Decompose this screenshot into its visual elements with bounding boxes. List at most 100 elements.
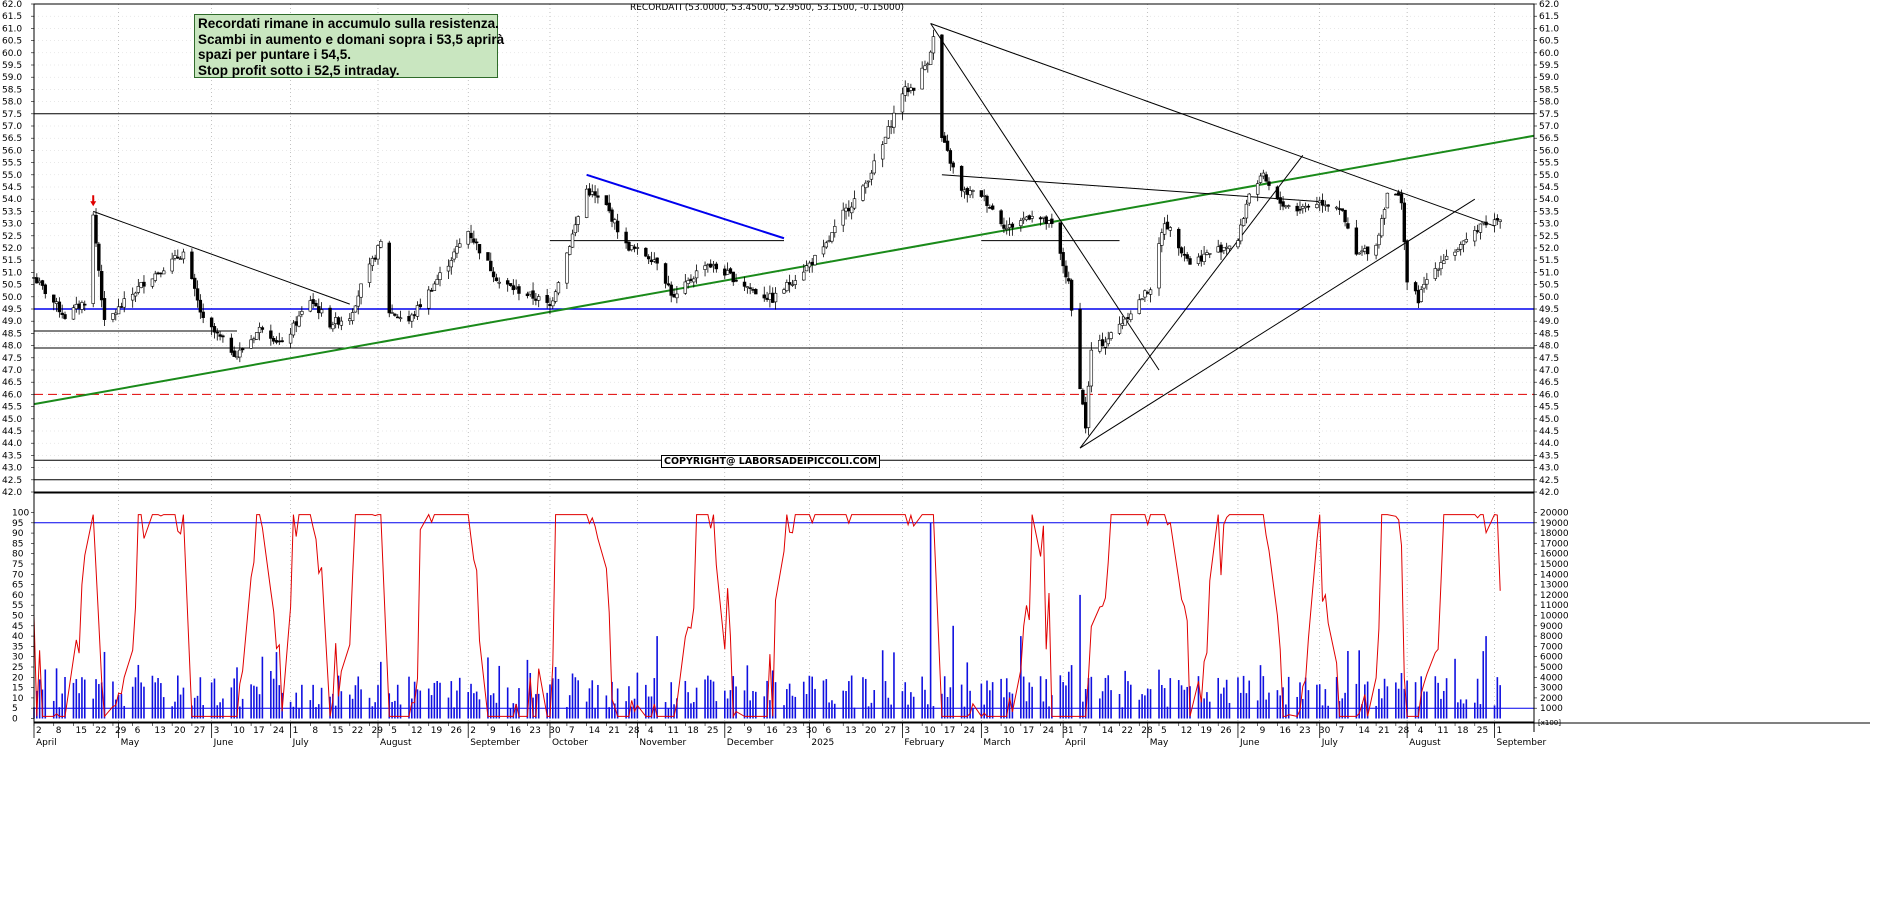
candle-body bbox=[1439, 262, 1443, 270]
candle-body bbox=[353, 305, 358, 313]
candle-body bbox=[545, 295, 549, 303]
candle-body bbox=[328, 307, 332, 328]
candle-body bbox=[802, 271, 806, 281]
candle-body bbox=[1278, 197, 1282, 204]
candle-body bbox=[308, 300, 313, 312]
osc-tick-label: 95 bbox=[12, 519, 23, 529]
osc-tick-label: 20 bbox=[12, 673, 24, 683]
candle-body bbox=[553, 291, 558, 302]
candle-body bbox=[1402, 202, 1407, 243]
price-tick-label-left: 61.5 bbox=[2, 12, 22, 22]
candle-body bbox=[900, 93, 905, 113]
month-label: June bbox=[213, 738, 234, 748]
candle-body bbox=[610, 209, 614, 222]
candle-body bbox=[635, 247, 640, 249]
candle-body bbox=[1067, 278, 1071, 282]
stock-chart: 42.0 42.0 42.5 42.5 43.0 43.0 43.5 43.5 44.0 44.0… bbox=[2, 0, 1870, 748]
candle-body bbox=[367, 263, 372, 283]
candle-body bbox=[886, 126, 891, 139]
candle-body bbox=[339, 320, 344, 326]
candle-body bbox=[1301, 206, 1305, 209]
day-tick-label: 6 bbox=[135, 726, 141, 736]
candle-body bbox=[508, 283, 513, 286]
day-tick-label: 10 bbox=[924, 726, 936, 736]
candle-body bbox=[663, 263, 668, 284]
candle-body bbox=[703, 265, 707, 270]
candle-body bbox=[494, 277, 499, 282]
price-tick-label-left: 55.5 bbox=[2, 159, 22, 169]
day-tick-label: 9 bbox=[1260, 726, 1266, 736]
price-tick-label-right: 60.0 bbox=[1539, 49, 1559, 59]
candle-body bbox=[1109, 332, 1113, 339]
candle-body bbox=[193, 277, 197, 289]
candle-body bbox=[669, 284, 673, 296]
day-tick-label: 21 bbox=[1378, 726, 1389, 736]
candle-body bbox=[1422, 283, 1426, 289]
price-tick-label-left: 60.0 bbox=[2, 49, 22, 59]
candle-body bbox=[1081, 389, 1085, 405]
candle-body bbox=[1385, 192, 1390, 209]
trendline bbox=[930, 23, 1495, 227]
candle-body bbox=[593, 191, 597, 196]
price-tick-label-right: 47.5 bbox=[1539, 354, 1559, 364]
price-tick-label-right: 45.0 bbox=[1539, 415, 1559, 425]
candle-body bbox=[982, 195, 986, 197]
candle-body bbox=[1227, 245, 1232, 250]
osc-tick-label: 55 bbox=[12, 601, 23, 611]
price-tick-label-left: 52.5 bbox=[2, 232, 22, 242]
candle-body bbox=[1306, 205, 1311, 208]
candle-body bbox=[1089, 349, 1094, 387]
day-tick-label: 16 bbox=[766, 726, 778, 736]
price-tick-label-left: 42.0 bbox=[2, 488, 22, 498]
day-tick-label: 20 bbox=[174, 726, 186, 736]
annotation-box: Recordati rimane in accumulo sulla resis… bbox=[194, 14, 504, 78]
candle-body bbox=[356, 295, 360, 307]
candle-body bbox=[43, 284, 47, 295]
candle-body bbox=[785, 282, 789, 291]
month-label: September bbox=[470, 738, 520, 748]
month-label: May bbox=[121, 738, 140, 748]
month-label: September bbox=[1497, 738, 1547, 748]
candle-body bbox=[1157, 243, 1161, 289]
candle-body bbox=[1083, 402, 1088, 429]
candle-body bbox=[708, 263, 713, 268]
candle-body bbox=[190, 251, 194, 279]
day-tick-label: 8 bbox=[312, 726, 318, 736]
candle-body bbox=[317, 306, 321, 314]
volume-tick-label: 15000 bbox=[1540, 560, 1569, 570]
candle-body bbox=[376, 245, 380, 260]
day-tick-label: 26 bbox=[450, 726, 462, 736]
month-label: August bbox=[1409, 738, 1441, 748]
candle-body bbox=[116, 306, 121, 315]
candle-body bbox=[926, 63, 930, 66]
candle-body bbox=[683, 281, 688, 294]
candle-body bbox=[1019, 220, 1023, 227]
day-tick-label: 28 bbox=[1398, 726, 1410, 736]
candle-body bbox=[1318, 200, 1322, 204]
candle-body bbox=[723, 268, 727, 276]
candle-body bbox=[1286, 205, 1291, 207]
candle-body bbox=[102, 298, 107, 320]
price-tick-label-right: 57.0 bbox=[1539, 122, 1559, 132]
candle-body bbox=[892, 112, 896, 128]
candle-body bbox=[1498, 219, 1502, 222]
trendline bbox=[1079, 198, 1476, 449]
price-tick-label-left: 43.0 bbox=[2, 464, 22, 474]
candle-body bbox=[1284, 205, 1288, 208]
candle-body bbox=[1005, 228, 1009, 230]
candle-body bbox=[821, 246, 826, 255]
price-tick-label-left: 44.0 bbox=[2, 439, 22, 449]
candle-body bbox=[238, 349, 242, 358]
candle-body bbox=[94, 214, 98, 244]
price-tick-label-left: 50.5 bbox=[2, 281, 22, 291]
candle-body bbox=[91, 214, 95, 304]
candle-body bbox=[1106, 338, 1110, 345]
volume-tick-label: 19000 bbox=[1540, 519, 1569, 529]
candle-body bbox=[762, 294, 766, 299]
month-label: February bbox=[904, 738, 945, 748]
candle-body bbox=[1126, 317, 1130, 320]
candle-body bbox=[1050, 218, 1054, 224]
candle-body bbox=[449, 260, 453, 268]
candle-body bbox=[1380, 218, 1384, 237]
candle-body bbox=[728, 268, 733, 274]
